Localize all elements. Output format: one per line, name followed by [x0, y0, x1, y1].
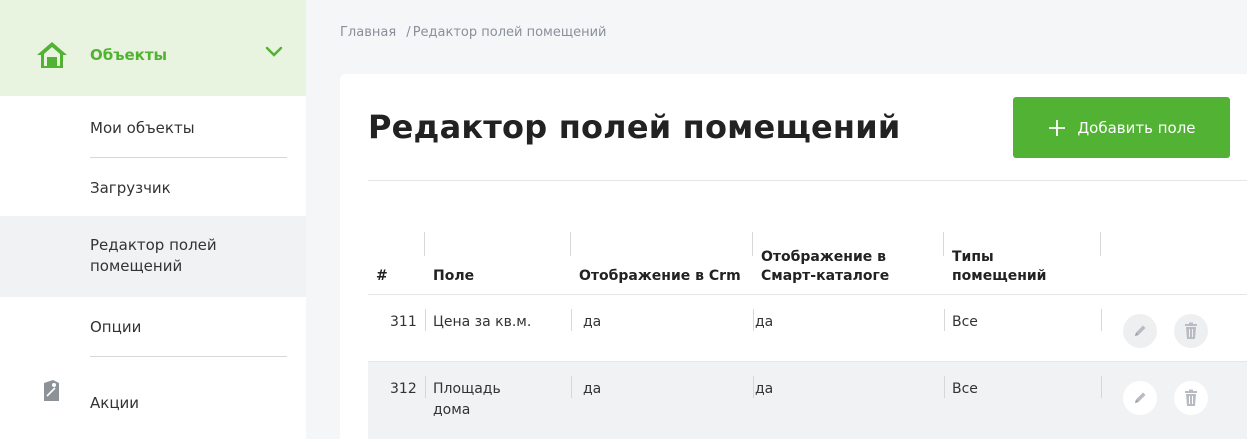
- sidebar-item-promotions[interactable]: Акции: [0, 357, 306, 439]
- column-divider: [1100, 232, 1101, 256]
- cell-id: 312: [390, 381, 417, 397]
- edit-button[interactable]: [1123, 314, 1157, 348]
- breadcrumb-current: Редактор полей помещений: [412, 25, 607, 40]
- cell-catalog: да: [755, 381, 774, 397]
- column-divider: [1101, 309, 1102, 331]
- table-row: 311 Цена за кв.м. да да Все: [368, 295, 1247, 362]
- sidebar-item-label: Акции: [90, 394, 140, 412]
- add-field-button-label: Добавить поле: [1077, 118, 1196, 137]
- breadcrumb: Главная / Редактор полей помещений: [340, 25, 606, 40]
- delete-button[interactable]: [1174, 381, 1208, 415]
- column-header-crm[interactable]: Отображение в Crm: [571, 224, 753, 294]
- column-divider: [944, 309, 945, 331]
- sidebar-item-label: Опции: [90, 318, 142, 336]
- plus-icon: [1049, 119, 1066, 136]
- trash-icon: [1185, 322, 1197, 339]
- delete-button[interactable]: [1174, 314, 1208, 348]
- column-header-label: Отображение в Смарт-каталоге: [761, 249, 890, 284]
- pencil-icon: [1135, 392, 1146, 403]
- page-title: Редактор полей помещений: [368, 108, 901, 146]
- table-row: 312 Площадь дома да да Все: [368, 362, 1247, 439]
- column-header-id[interactable]: #: [368, 224, 425, 294]
- sidebar-item-label: Редактор полей помещений: [90, 236, 217, 275]
- sidebar: Объекты Мои объекты Загрузчик Редактор п…: [0, 0, 306, 439]
- column-header-catalog[interactable]: Отображение в Смарт-каталоге: [753, 224, 944, 294]
- column-divider: [1101, 376, 1102, 398]
- sidebar-item-field-editor[interactable]: Редактор полей помещений: [0, 216, 306, 297]
- sidebar-item-my-objects[interactable]: Мои объекты: [0, 96, 306, 158]
- cell-crm: да: [583, 381, 602, 397]
- divider: [368, 180, 1247, 181]
- main-card: Редактор полей помещений Добавить поле #…: [340, 74, 1247, 439]
- column-divider: [425, 376, 426, 398]
- chevron-down-icon[interactable]: [264, 44, 284, 60]
- trash-icon: [1185, 389, 1197, 406]
- column-header-label: Отображение в Crm: [579, 268, 741, 284]
- breadcrumb-home-link[interactable]: Главная: [340, 25, 396, 40]
- column-header-label: Типы помещений: [952, 249, 1047, 284]
- add-field-button[interactable]: Добавить поле: [1013, 97, 1230, 158]
- column-header-label: Поле: [433, 268, 475, 284]
- column-divider: [753, 309, 754, 331]
- sidebar-item-label: Мои объекты: [90, 119, 195, 137]
- column-divider: [571, 376, 572, 398]
- cell-field: Площадь дома: [433, 381, 501, 418]
- cell-crm: да: [583, 314, 602, 330]
- sidebar-item-options[interactable]: Опции: [0, 297, 306, 357]
- cell-catalog: да: [755, 314, 774, 330]
- cell-field: Цена за кв.м.: [433, 314, 532, 330]
- edit-button[interactable]: [1123, 381, 1157, 415]
- column-divider: [753, 376, 754, 398]
- column-divider: [571, 309, 572, 331]
- breadcrumb-separator: /: [406, 25, 411, 40]
- cell-types: Все: [952, 314, 978, 330]
- home-icon: [37, 42, 67, 68]
- cell-id: 311: [390, 314, 417, 330]
- column-header-types[interactable]: Типы помещений: [944, 224, 1101, 294]
- sidebar-item-loader[interactable]: Загрузчик: [0, 158, 306, 216]
- column-divider: [944, 376, 945, 398]
- sidebar-item-label: Загрузчик: [90, 179, 171, 197]
- price-tag-icon: [44, 380, 59, 401]
- column-divider: [425, 309, 426, 331]
- sidebar-section-label: Объекты: [90, 46, 168, 64]
- column-header-label: #: [376, 268, 388, 284]
- column-header-field[interactable]: Поле: [425, 224, 571, 294]
- sidebar-section-objects[interactable]: Объекты: [0, 0, 306, 96]
- pencil-icon: [1135, 325, 1146, 336]
- cell-types: Все: [952, 381, 978, 397]
